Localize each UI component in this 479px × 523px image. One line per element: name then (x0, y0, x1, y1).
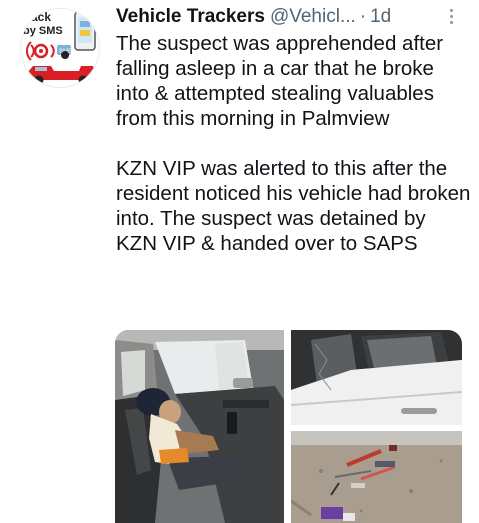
timestamp[interactable]: 1d (370, 6, 391, 28)
photo-broken-window[interactable] (291, 330, 462, 425)
tweet-paragraph: The suspect was apprehended after fallin… (116, 32, 444, 130)
tweet-header: Vehicle Trackers @Vehicl... · 1d (116, 4, 471, 30)
tweet-paragraph: KZN VIP was alerted to this after the re… (116, 157, 471, 255)
photo-suspect-in-car[interactable] (115, 330, 284, 523)
vehicle-trackers-logo: ack by SMS SMS (21, 9, 99, 87)
svg-text:ack: ack (31, 10, 51, 24)
avatar[interactable]: ack by SMS SMS (20, 8, 100, 88)
media-grid (115, 330, 462, 523)
svg-text:by SMS: by SMS (23, 25, 63, 37)
separator-dot: · (359, 6, 367, 27)
user-handle[interactable]: @Vehicl... (270, 6, 356, 28)
display-name[interactable]: Vehicle Trackers (116, 6, 265, 28)
more-vertical-icon[interactable] (441, 4, 461, 28)
photo-items-on-ground[interactable] (291, 431, 462, 523)
tweet-text: The suspect was apprehended after fallin… (116, 31, 472, 256)
